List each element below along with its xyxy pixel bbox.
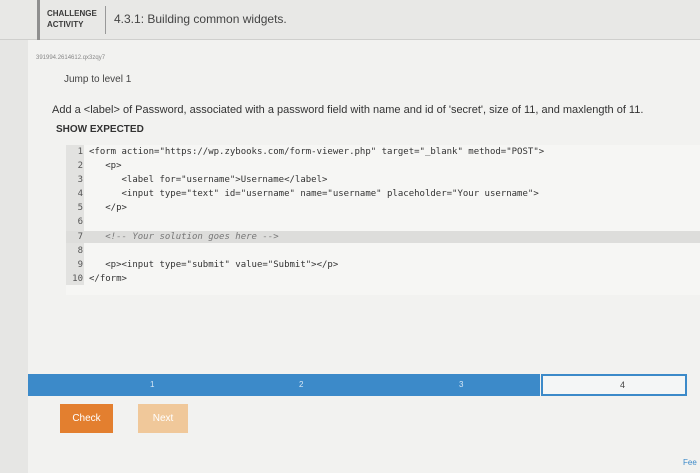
- feedback-link[interactable]: Fee: [683, 458, 697, 467]
- line-number: 4: [77, 189, 83, 199]
- page-title: 4.3.1: Building common widgets.: [114, 12, 287, 26]
- line-number: 5: [77, 203, 83, 213]
- code-text: </form>: [89, 274, 127, 284]
- line-number: 3: [77, 175, 83, 185]
- code-line[interactable]: 9 <p><input type="submit" value="Submit"…: [66, 259, 700, 271]
- code-line[interactable]: 8: [66, 245, 700, 257]
- code-text: <label for="username">Username</label>: [89, 175, 328, 185]
- code-line[interactable]: 2 <p>: [66, 160, 700, 172]
- line-number: 2: [77, 161, 83, 171]
- progress-level-2[interactable]: 2: [299, 380, 303, 389]
- progress-level-4[interactable]: 4: [620, 380, 625, 390]
- next-button[interactable]: Next: [138, 404, 188, 433]
- show-expected-button[interactable]: SHOW EXPECTED: [56, 124, 144, 135]
- header-accent: [37, 0, 40, 40]
- line-number: 6: [77, 217, 83, 227]
- code-line[interactable]: 5 </p>: [66, 202, 700, 214]
- progress-level-1[interactable]: 1: [150, 380, 154, 389]
- header-divider: [105, 6, 106, 34]
- code-line[interactable]: 1 <form action="https://wp.zybooks.com/fo…: [66, 146, 700, 158]
- code-text: <input type="text" id="username" name="u…: [89, 189, 539, 199]
- line-number: 10: [72, 274, 83, 284]
- line-number: 1: [77, 147, 83, 157]
- progress-level-3[interactable]: 3: [459, 380, 463, 389]
- code-line-active[interactable]: 7 <!-- Your solution goes here -->: [66, 231, 700, 243]
- code-line[interactable]: 10 </form>: [66, 273, 700, 285]
- code-line[interactable]: 6: [66, 216, 700, 228]
- line-number: 8: [77, 246, 83, 256]
- jump-to-level-link[interactable]: Jump to level 1: [64, 74, 131, 85]
- code-text: </p>: [89, 203, 127, 213]
- line-number: 7: [77, 232, 83, 242]
- progress-level-current[interactable]: [541, 374, 687, 396]
- code-text: <form action="https://wp.zybooks.com/for…: [89, 147, 545, 157]
- activity-id: 391994.2614612.qx3zqy7: [36, 55, 106, 61]
- line-number: 9: [77, 260, 83, 270]
- code-text: <p>: [89, 161, 122, 171]
- activity-header: CHALLENGE ACTIVITY 4.3.1: Building commo…: [0, 0, 700, 40]
- code-text: <p><input type="submit" value="Submit"><…: [89, 260, 339, 270]
- code-line[interactable]: 3 <label for="username">Username</label>: [66, 174, 700, 186]
- code-line[interactable]: 4 <input type="text" id="username" name=…: [66, 188, 700, 200]
- badge-line-1: CHALLENGE: [47, 9, 97, 18]
- instruction-text: Add a <label> of Password, associated wi…: [52, 104, 644, 116]
- badge-line-2: ACTIVITY: [47, 20, 84, 29]
- challenge-activity-badge: CHALLENGE ACTIVITY: [47, 8, 97, 30]
- code-text: <!-- Your solution goes here -->: [89, 232, 279, 242]
- check-button[interactable]: Check: [60, 404, 113, 433]
